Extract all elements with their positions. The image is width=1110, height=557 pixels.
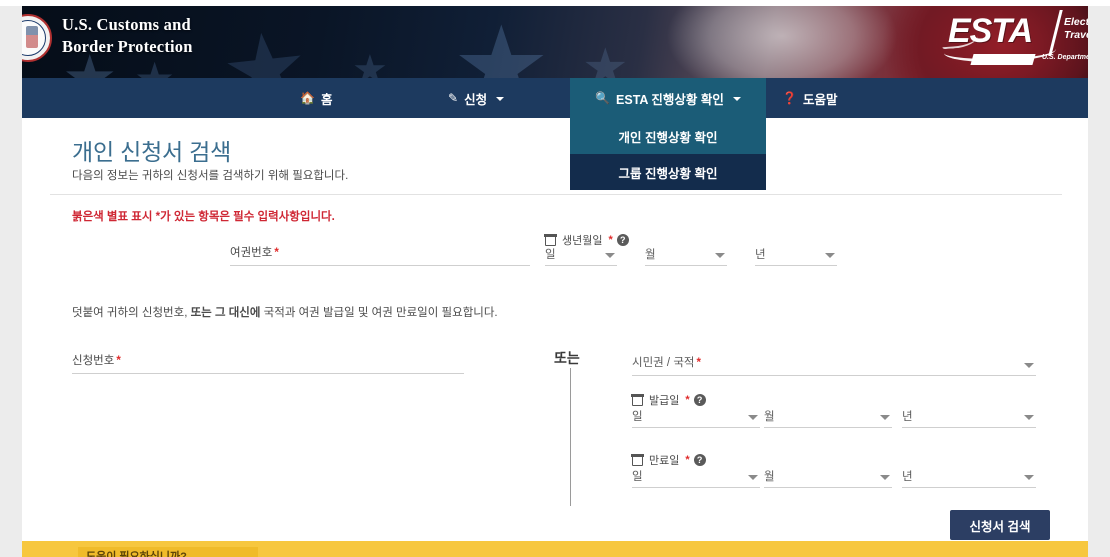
issue-date-month-value: 월 xyxy=(764,411,775,423)
page-title: 개인 신청서 검색 xyxy=(72,139,232,165)
nav-item-help-label: 도움말 xyxy=(802,92,838,107)
page-gutter-left xyxy=(0,6,22,557)
esta-base-shape xyxy=(970,54,1036,65)
nav-item-help[interactable]: ❓ 도움말 xyxy=(766,78,853,118)
passport-number-label: 여권번호 * xyxy=(230,247,279,259)
help-icon[interactable]: ? xyxy=(693,394,706,406)
issue-date-year-value: 년 xyxy=(902,411,913,423)
issue-date-day-value: 일 xyxy=(632,411,643,423)
search-icon: 🔍 xyxy=(595,91,611,105)
esta-subtitle: Electronic System for Travel Authorizati… xyxy=(1064,16,1088,42)
expiration-date-year-select[interactable]: 년 xyxy=(902,466,1036,488)
main-navigation: 🏠 홈 ✎ 신청 🔍 ESTA 진행상황 확인 ❓ 도움말 xyxy=(22,78,1088,118)
expiration-date-month-select[interactable]: 월 xyxy=(764,466,892,488)
esta-department-text: U.S. Department of Homeland Security xyxy=(1042,54,1088,61)
question-circle-icon: ❓ xyxy=(782,91,797,105)
section-divider xyxy=(50,194,1062,195)
help-icon[interactable]: ? xyxy=(616,234,629,246)
main-content: 개인 신청서 검색 다음의 정보는 귀하의 신청서를 검색하기 위해 필요합니다… xyxy=(22,118,1088,540)
calendar-icon xyxy=(631,453,644,466)
chevron-down-icon xyxy=(732,97,741,101)
or-separator-label: 또는 xyxy=(554,350,580,366)
application-number-field[interactable]: 신청번호 * xyxy=(72,346,464,374)
page-subtitle: 다음의 정보는 귀하의 신청서를 검색하기 위해 필요합니다. xyxy=(72,170,349,182)
agency-name-line2: Border Protection xyxy=(62,36,193,56)
required-asterisk: * xyxy=(685,454,690,466)
nav-item-apply-label: 신청 xyxy=(464,92,488,107)
calendar-icon xyxy=(631,393,644,406)
flag-star-icon: ★ xyxy=(352,48,388,78)
additional-info-note-part1: 덧붙여 귀하의 신청번호, xyxy=(72,307,191,319)
agency-name: U.S. Customs and Border Protection xyxy=(62,14,193,58)
esta-wordmark: ESTA xyxy=(948,12,1033,50)
additional-info-note-part2: 국적과 여권 발급일 및 여권 만료일이 필요합니다. xyxy=(260,307,498,319)
chevron-down-icon xyxy=(825,253,835,258)
nav-item-check-status-label: ESTA 진행상황 확인 xyxy=(616,92,724,107)
additional-info-note: 덧붙여 귀하의 신청번호, 또는 그 대신에 국적과 여권 발급일 및 여권 만… xyxy=(72,304,498,320)
required-asterisk: * xyxy=(116,355,121,367)
application-number-label: 신청번호 * xyxy=(72,355,121,367)
additional-info-note-bold: 또는 그 대신에 xyxy=(190,307,261,319)
chevron-down-icon xyxy=(880,475,890,480)
vertical-divider xyxy=(570,368,571,506)
expiration-date-day-value: 일 xyxy=(632,471,643,483)
chevron-down-icon xyxy=(1024,415,1034,420)
footer-notice-text: 도움이 필요하십니까? xyxy=(86,551,187,557)
nav-item-check-status[interactable]: 🔍 ESTA 진행상황 확인 xyxy=(570,78,766,118)
flag-star-icon: ★ xyxy=(216,11,314,78)
dropdown-item-individual-status-label: 개인 진행상황 확인 xyxy=(618,130,718,145)
page-gutter-right xyxy=(1088,6,1110,557)
issue-date-day-select[interactable]: 일 xyxy=(632,406,760,428)
expiration-date-day-select[interactable]: 일 xyxy=(632,466,760,488)
pencil-icon: ✎ xyxy=(448,91,459,105)
esta-subtitle-line2: Travel Authorization xyxy=(1064,29,1088,42)
chevron-down-icon xyxy=(1024,363,1034,368)
cbp-seal-icon xyxy=(22,12,56,66)
search-application-button[interactable]: 신청서 검색 xyxy=(950,510,1050,540)
nav-item-home[interactable]: 🏠 홈 xyxy=(284,78,348,118)
citizenship-select[interactable]: 시민권 / 국적 * xyxy=(632,350,1036,376)
flag-star-icon: ★ xyxy=(134,56,175,78)
birth-date-year-value: 년 xyxy=(755,249,766,261)
chevron-down-icon xyxy=(748,475,758,480)
chevron-down-icon xyxy=(496,97,505,101)
chevron-down-icon xyxy=(880,415,890,420)
issue-date-month-select[interactable]: 월 xyxy=(764,406,892,428)
chevron-down-icon xyxy=(605,253,615,258)
required-asterisk: * xyxy=(696,357,701,369)
birth-date-year-select[interactable]: 년 xyxy=(755,244,837,266)
check-status-dropdown-menu: 개인 진행상황 확인 그룹 진행상황 확인 xyxy=(570,118,766,190)
required-asterisk: * xyxy=(274,247,279,259)
birth-date-day-value: 일 xyxy=(545,249,556,261)
birth-date-day-select[interactable]: 일 xyxy=(545,244,617,266)
nav-item-apply[interactable]: ✎ 신청 xyxy=(432,78,520,118)
dropdown-item-group-status[interactable]: 그룹 진행상황 확인 xyxy=(570,154,766,190)
birth-date-month-select[interactable]: 월 xyxy=(645,244,727,266)
home-icon: 🏠 xyxy=(300,91,315,105)
chevron-down-icon xyxy=(715,253,725,258)
flag-star-icon: ★ xyxy=(452,6,551,79)
flag-star-icon: ★ xyxy=(582,39,629,78)
agency-name-line1: U.S. Customs and xyxy=(62,15,191,34)
expiration-date-month-value: 월 xyxy=(764,471,775,483)
esta-subtitle-line1: Electronic System for xyxy=(1064,16,1088,28)
nav-item-home-label: 홈 xyxy=(320,92,333,107)
dropdown-item-group-status-label: 그룹 진행상황 확인 xyxy=(618,166,718,181)
help-icon[interactable]: ? xyxy=(693,454,706,466)
chevron-down-icon xyxy=(1024,475,1034,480)
expiration-date-year-value: 년 xyxy=(902,471,913,483)
birth-date-month-value: 월 xyxy=(645,249,656,261)
dropdown-item-individual-status[interactable]: 개인 진행상황 확인 xyxy=(570,118,766,154)
passport-number-field[interactable]: 여권번호 * xyxy=(230,238,530,266)
required-fields-note: 붉은색 별표 표시 *가 있는 항목은 필수 입력사항입니다. xyxy=(72,211,335,223)
chevron-down-icon xyxy=(748,415,758,420)
esta-logo: ESTA Electronic System for Travel Author… xyxy=(941,10,1088,72)
citizenship-label: 시민권 / 국적 * xyxy=(632,357,701,369)
site-header-banner: ★ ★ ★ ★ ★ ★ U.S. Customs and Border Prot… xyxy=(22,6,1088,78)
required-asterisk: * xyxy=(685,394,690,406)
issue-date-year-select[interactable]: 년 xyxy=(902,406,1036,428)
